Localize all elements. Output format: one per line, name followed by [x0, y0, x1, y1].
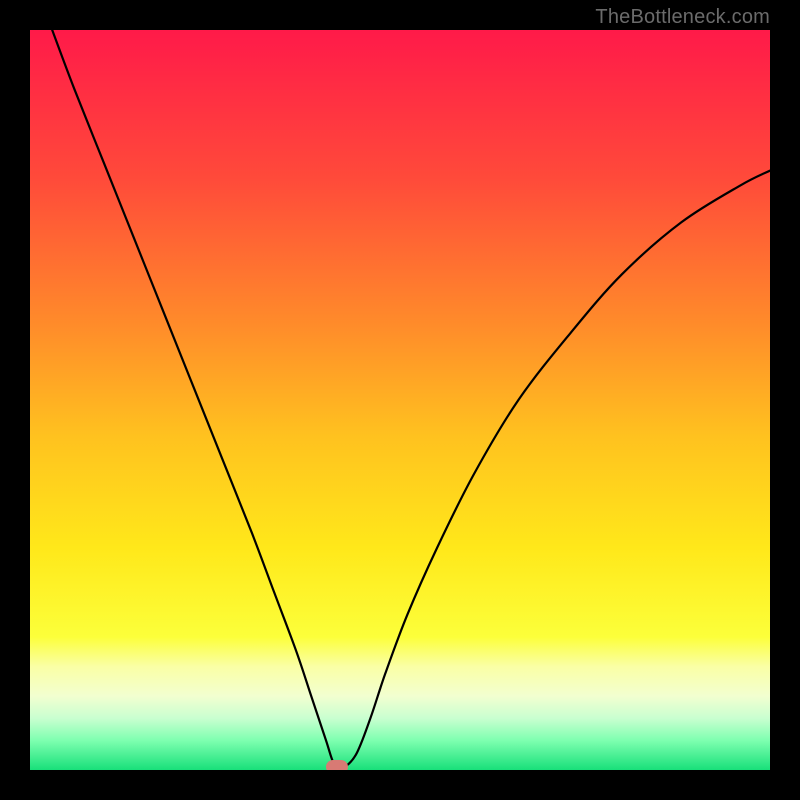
- watermark-text: TheBottleneck.com: [595, 6, 770, 29]
- minimum-marker: [326, 760, 348, 770]
- plot-area: [30, 30, 770, 770]
- chart-frame: TheBottleneck.com: [0, 0, 800, 800]
- bottleneck-curve: [30, 30, 770, 770]
